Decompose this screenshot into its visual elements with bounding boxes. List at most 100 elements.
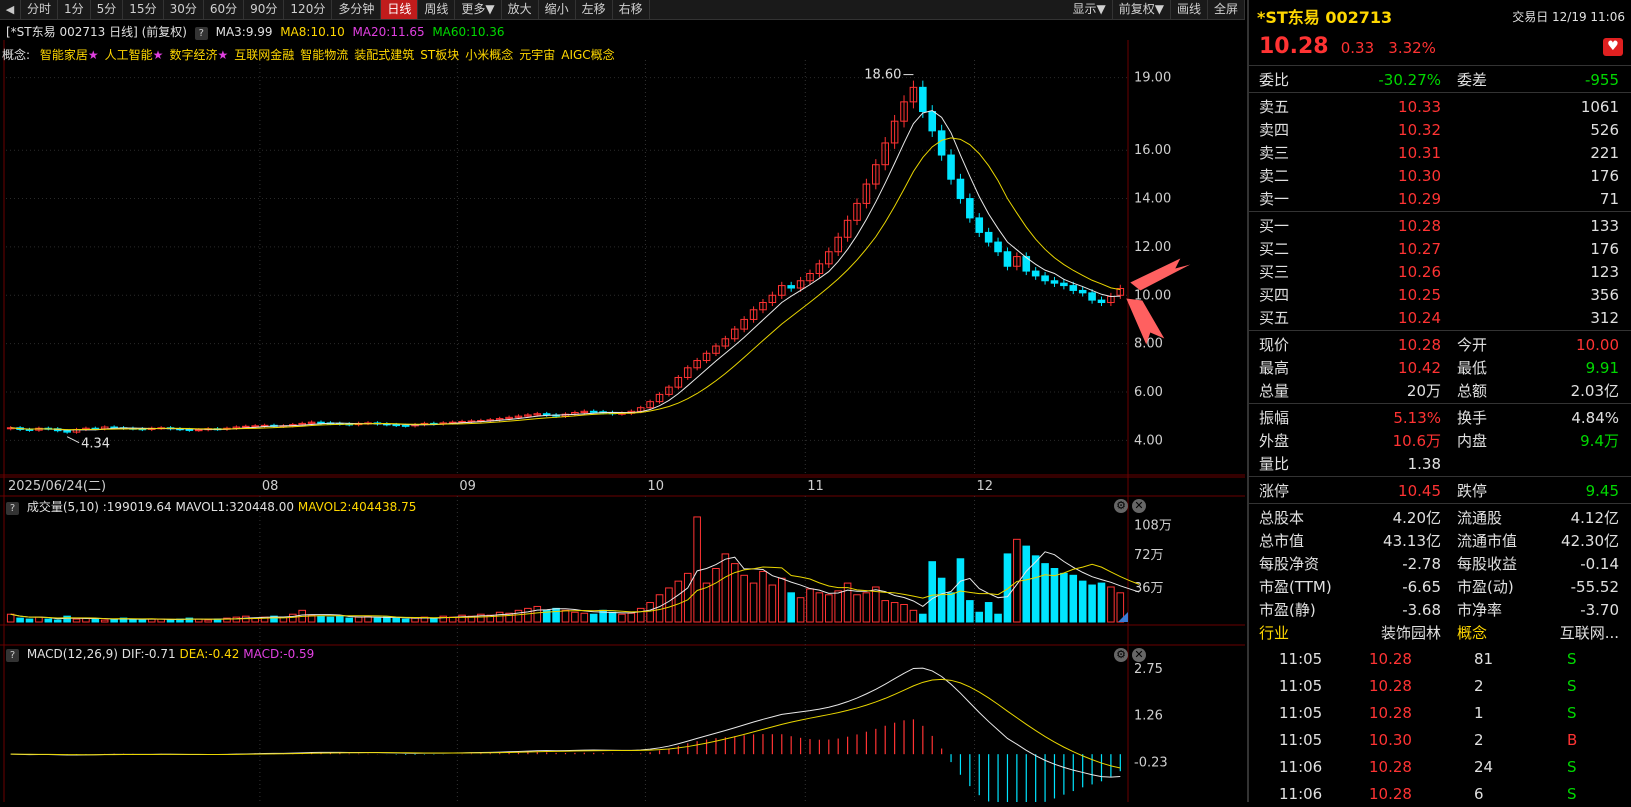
concept-tag[interactable]: AIGC概念 bbox=[561, 48, 614, 62]
gear-icon[interactable]: ⚙ bbox=[1114, 648, 1128, 662]
volume-bar bbox=[787, 592, 795, 623]
ask-price: 10.30 bbox=[1398, 167, 1441, 185]
volume-bar bbox=[63, 615, 71, 623]
concept-tag[interactable]: 人工智能 bbox=[105, 48, 153, 62]
fund-value: -3.70 bbox=[1580, 601, 1619, 619]
volume-bar bbox=[430, 617, 438, 623]
period-tab[interactable]: 缩小 bbox=[539, 0, 576, 19]
candle-body bbox=[1069, 285, 1078, 291]
fund-label: 市盈(静) bbox=[1259, 601, 1316, 619]
bid-volume: 356 bbox=[1590, 286, 1619, 304]
candle-body bbox=[194, 429, 203, 432]
candle-body bbox=[994, 241, 1002, 253]
volume-label: 成交量(5,10) bbox=[26, 500, 99, 514]
toolbar-right-button[interactable]: 画线 bbox=[1171, 0, 1208, 19]
volume-bar bbox=[561, 609, 570, 623]
volume-bar bbox=[712, 568, 720, 623]
heart-icon[interactable]: ♥ bbox=[1603, 38, 1623, 56]
help-icon[interactable]: ? bbox=[6, 649, 19, 662]
ask-volume: 221 bbox=[1590, 144, 1619, 162]
period-tab[interactable]: 15分 bbox=[123, 0, 164, 19]
fund-label: 流通股 bbox=[1457, 509, 1503, 527]
period-tab[interactable]: 右移 bbox=[613, 0, 650, 19]
period-tab[interactable]: 更多▼ bbox=[455, 0, 502, 19]
stat-row: 总量 20万 总额 2.03亿 bbox=[1249, 379, 1631, 403]
toolbar-right-button[interactable]: 显示▼ bbox=[1067, 0, 1113, 19]
fund-value: 42.30亿 bbox=[1561, 532, 1619, 550]
volume-bar bbox=[317, 615, 325, 623]
tick-price: 10.28 bbox=[1369, 758, 1412, 776]
date-axis-label: 09 bbox=[459, 479, 476, 494]
concept-tag[interactable]: 小米概念 bbox=[465, 48, 513, 62]
candle-body bbox=[317, 421, 325, 424]
toolbar-right-button[interactable]: 全屏 bbox=[1208, 0, 1245, 19]
volume-bar bbox=[636, 607, 645, 623]
kline-chart-svg[interactable]: 19.0016.0014.0012.0010.008.006.004.00202… bbox=[0, 20, 1245, 802]
macd-header: ? MACD(12,26,9) DIF:-0.71 DEA:-0.42 MACD… bbox=[2, 647, 314, 662]
fund-label: 市盈(TTM) bbox=[1259, 578, 1332, 596]
concept-label: 概念: bbox=[2, 48, 31, 62]
ask-price: 10.33 bbox=[1398, 98, 1441, 116]
period-tab[interactable]: 周线 bbox=[418, 0, 456, 19]
period-tab[interactable]: 日线 bbox=[381, 0, 419, 19]
period-tab[interactable]: 30分 bbox=[164, 0, 204, 19]
fund-value: -55.52 bbox=[1570, 578, 1619, 596]
volume-axis-label: 36万 bbox=[1134, 581, 1164, 596]
scroll-left-icon[interactable]: ◀ bbox=[0, 0, 21, 19]
chart-area[interactable]: 19.00 16.00 14.00 12.00 10.00 8.00 6.00 4.00 202… bbox=[0, 20, 1245, 802]
max-price-label: 18.60 bbox=[864, 68, 901, 83]
period-tab[interactable]: 1分 bbox=[58, 0, 91, 19]
gear-icon[interactable]: ⚙ bbox=[1114, 499, 1128, 513]
concept-tag[interactable]: 数字经济 bbox=[169, 48, 217, 62]
stat-value: 10.00 bbox=[1576, 336, 1619, 354]
tick-volume: 1 bbox=[1474, 704, 1484, 722]
concept-tag[interactable]: 元宇宙 bbox=[519, 48, 555, 62]
candle-body bbox=[787, 285, 795, 289]
ask-row: 卖五 10.33 1061 bbox=[1249, 95, 1631, 119]
concept-tag[interactable]: 装配式建筑 bbox=[354, 48, 414, 62]
concept-tag[interactable]: ST板块 bbox=[420, 48, 459, 62]
concept-tag[interactable]: 互联网金融 bbox=[234, 48, 294, 62]
star-icon: ★ bbox=[87, 48, 99, 62]
ask-label: 卖四 bbox=[1259, 121, 1290, 139]
date-axis-label: 12 bbox=[977, 479, 994, 494]
close-icon[interactable]: ✕ bbox=[1132, 648, 1146, 662]
fundamental-row: 总股本 4.20亿 流通股 4.12亿 bbox=[1249, 506, 1631, 530]
volume-bar bbox=[1003, 553, 1012, 623]
stat-value: 10.28 bbox=[1398, 336, 1441, 354]
period-tab[interactable]: 60分 bbox=[204, 0, 245, 19]
period-tab[interactable]: 左移 bbox=[576, 0, 613, 19]
price-change-pct: 3.32% bbox=[1388, 39, 1436, 57]
close-icon[interactable]: ✕ bbox=[1132, 499, 1146, 513]
help-icon[interactable]: ? bbox=[194, 27, 208, 40]
period-tab[interactable]: 分时 bbox=[21, 0, 59, 19]
period-tab[interactable]: 120分 bbox=[284, 0, 333, 19]
tick-volume: 24 bbox=[1474, 758, 1494, 776]
concept-tag[interactable]: 智能家居 bbox=[40, 48, 88, 62]
concept-tag[interactable]: 智能物流 bbox=[300, 48, 348, 62]
price-axis-label: 12.00 bbox=[1134, 240, 1171, 255]
period-tab[interactable]: 90分 bbox=[244, 0, 285, 19]
tick-row: 11:05 10.28 1 S bbox=[1249, 700, 1631, 726]
ask-label: 卖一 bbox=[1259, 190, 1290, 208]
period-tab[interactable]: 5分 bbox=[91, 0, 124, 19]
volume-bar bbox=[552, 607, 560, 623]
candle-body bbox=[241, 425, 250, 428]
volume-bar bbox=[204, 619, 212, 623]
stat-label: 最高 bbox=[1259, 359, 1290, 377]
fund-label: 市盈(动) bbox=[1457, 578, 1514, 596]
ma8-label: MA8:10.10 bbox=[280, 25, 345, 39]
macd-panel-controls: ⚙ ✕ bbox=[1110, 647, 1146, 662]
stock-name: *ST东易 bbox=[1257, 8, 1320, 27]
volume-bar bbox=[6, 613, 15, 623]
toolbar-right-button[interactable]: 前复权▼ bbox=[1113, 0, 1171, 19]
volume-bar bbox=[166, 619, 175, 623]
period-tab[interactable]: 放大 bbox=[502, 0, 539, 19]
volume-bar bbox=[890, 602, 899, 623]
fund-value: 43.13亿 bbox=[1383, 532, 1441, 550]
period-tab[interactable]: 多分钟 bbox=[332, 0, 382, 19]
stat-value: 10.6万 bbox=[1392, 432, 1441, 450]
divider bbox=[1249, 503, 1631, 504]
date-axis-label: 11 bbox=[807, 479, 824, 494]
help-icon[interactable]: ? bbox=[6, 502, 19, 515]
